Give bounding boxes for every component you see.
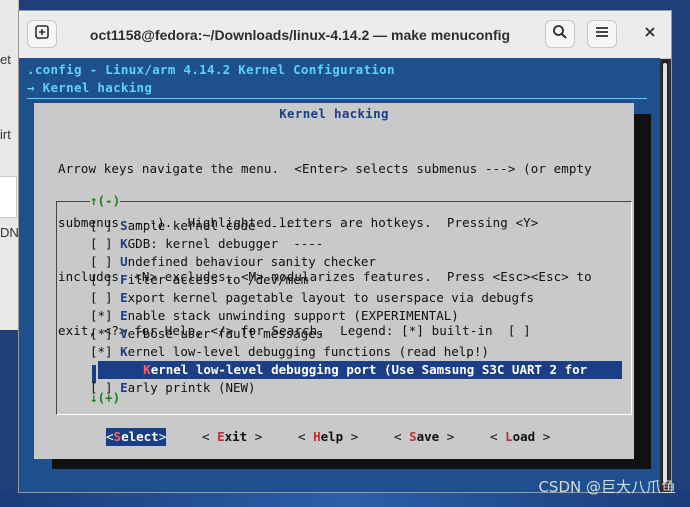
bracket: < (394, 429, 410, 444)
menu-item[interactable]: [ ] Sample kernel code ---- (90, 217, 622, 235)
terminal-window: oct1158@fedora:~/Downloads/linux-4.14.2 … (18, 10, 672, 493)
item-checkbox: [ ] (90, 380, 121, 395)
load-button[interactable]: < Load > (490, 428, 550, 446)
help-button[interactable]: < Help > (298, 428, 358, 446)
desktop-background-window: et irt DN (0, 0, 19, 330)
item-hotkey: E (120, 308, 128, 323)
search-button[interactable] (545, 20, 575, 48)
button-label: oad (512, 429, 536, 444)
scroll-up-indicator[interactable]: ↑(-) (90, 193, 121, 208)
menu-item-selected[interactable]: Kernel low-level debugging port (Use Sam… (98, 361, 622, 379)
search-icon (552, 24, 568, 45)
menu-item[interactable]: [ ] Filter access to /dev/mem (90, 271, 622, 289)
item-hotkey: K (143, 362, 151, 377)
item-label: ndefined behaviour sanity checker (127, 254, 376, 269)
bracket: < (298, 429, 314, 444)
file-icon (0, 176, 17, 218)
menu-item[interactable]: [*] Verbose user fault messages (90, 325, 622, 343)
divider (27, 98, 647, 99)
menu-item[interactable]: [ ] Export kernel pagetable layout to us… (90, 289, 622, 307)
config-path: .config - Linux/arm 4.14.2 Kernel Config… (27, 62, 395, 77)
button-row: <Select> < Exit > < Help > < Save > < Lo… (34, 428, 634, 446)
item-checkbox: [*] (90, 308, 121, 323)
item-hotkey: K (120, 236, 128, 251)
item-label: ample kernel code ---- (127, 218, 301, 233)
dialog-title: Kernel hacking (279, 106, 389, 121)
item-checkbox: [*] (90, 344, 121, 359)
scrollbar-thumb[interactable] (663, 63, 667, 483)
bracket: > (158, 429, 167, 444)
desktop-text-fragment: DN (0, 225, 19, 240)
menu-list: [ ] Sample kernel code ---- [ ] KGDB: ke… (90, 217, 622, 397)
item-hotkey: F (120, 272, 128, 287)
item-label: ilter access to /dev/mem (127, 272, 309, 287)
desktop-text-fragment: irt (0, 127, 11, 142)
menu-item[interactable]: [*] Enable stack unwinding support (EXPE… (90, 307, 622, 325)
button-label: xit (224, 429, 248, 444)
close-icon (644, 25, 656, 43)
item-indent (98, 362, 143, 377)
button-hotkey: S (113, 429, 122, 444)
item-hotkey: E (120, 380, 128, 395)
item-hotkey: U (120, 254, 128, 269)
hamburger-menu-icon (595, 25, 609, 43)
window-title: oct1158@fedora:~/Downloads/linux-4.14.2 … (89, 26, 511, 43)
bracket: > (535, 429, 551, 444)
item-label: erbose user fault messages (127, 326, 324, 341)
bracket: > (343, 429, 359, 444)
button-hotkey: L (505, 429, 513, 444)
button-label: elp (320, 429, 344, 444)
menu-item[interactable]: [ ] KGDB: kernel debugger ---- (90, 235, 622, 253)
terminal-area[interactable]: .config - Linux/arm 4.14.2 Kernel Config… (19, 58, 660, 492)
bracket: < (202, 429, 218, 444)
new-tab-icon (34, 24, 50, 45)
item-hotkey: V (120, 326, 128, 341)
button-hotkey: S (409, 429, 417, 444)
help-line: Arrow keys navigate the menu. <Enter> se… (58, 161, 592, 176)
bracket: > (439, 429, 455, 444)
button-hotkey: E (217, 429, 225, 444)
menu-button[interactable] (587, 20, 617, 48)
item-label: nable stack unwinding support (EXPERIMEN… (127, 308, 459, 323)
new-tab-button[interactable] (27, 20, 57, 48)
button-label: ave (416, 429, 440, 444)
item-label: ernel low-level debugging port (Use Sams… (150, 362, 588, 377)
header-bar: oct1158@fedora:~/Downloads/linux-4.14.2 … (19, 11, 671, 59)
button-label: elect (121, 429, 159, 444)
close-button[interactable] (635, 20, 665, 48)
bracket: < (106, 429, 114, 444)
save-button[interactable]: < Save > (394, 428, 454, 446)
item-checkbox: [ ] (90, 290, 121, 305)
item-label: ernel low-level debugging functions (rea… (127, 344, 489, 359)
menu-item[interactable]: [*] Kernel low-level debugging functions… (90, 343, 622, 361)
exit-button[interactable]: < Exit > (202, 428, 262, 446)
bracket: > (247, 429, 263, 444)
button-hotkey: H (313, 429, 321, 444)
item-label: GDB: kernel debugger ---- (127, 236, 324, 251)
desktop-text-fragment: et (0, 52, 11, 67)
item-label: arly printk (NEW) (127, 380, 256, 395)
menu-item[interactable]: [ ] Early printk (NEW) (90, 379, 622, 397)
item-checkbox: [ ] (90, 272, 121, 287)
item-label: xport kernel pagetable layout to userspa… (127, 290, 535, 305)
select-button[interactable]: <Select> (106, 428, 167, 446)
item-checkbox: [*] (90, 326, 121, 341)
item-checkbox: [ ] (90, 254, 121, 269)
breadcrumb: → Kernel hacking (27, 80, 153, 95)
item-checkbox: [ ] (90, 218, 121, 233)
item-hotkey: S (120, 218, 128, 233)
item-hotkey: E (120, 290, 128, 305)
item-checkbox: [ ] (90, 236, 121, 251)
menuconfig-dialog: Kernel hacking Arrow keys navigate the m… (34, 103, 634, 459)
bracket: < (490, 429, 506, 444)
watermark: CSDN @巨大八爪鱼 (538, 478, 676, 496)
menu-item[interactable]: [ ] Undefined behaviour sanity checker (90, 253, 622, 271)
item-hotkey: K (120, 344, 128, 359)
